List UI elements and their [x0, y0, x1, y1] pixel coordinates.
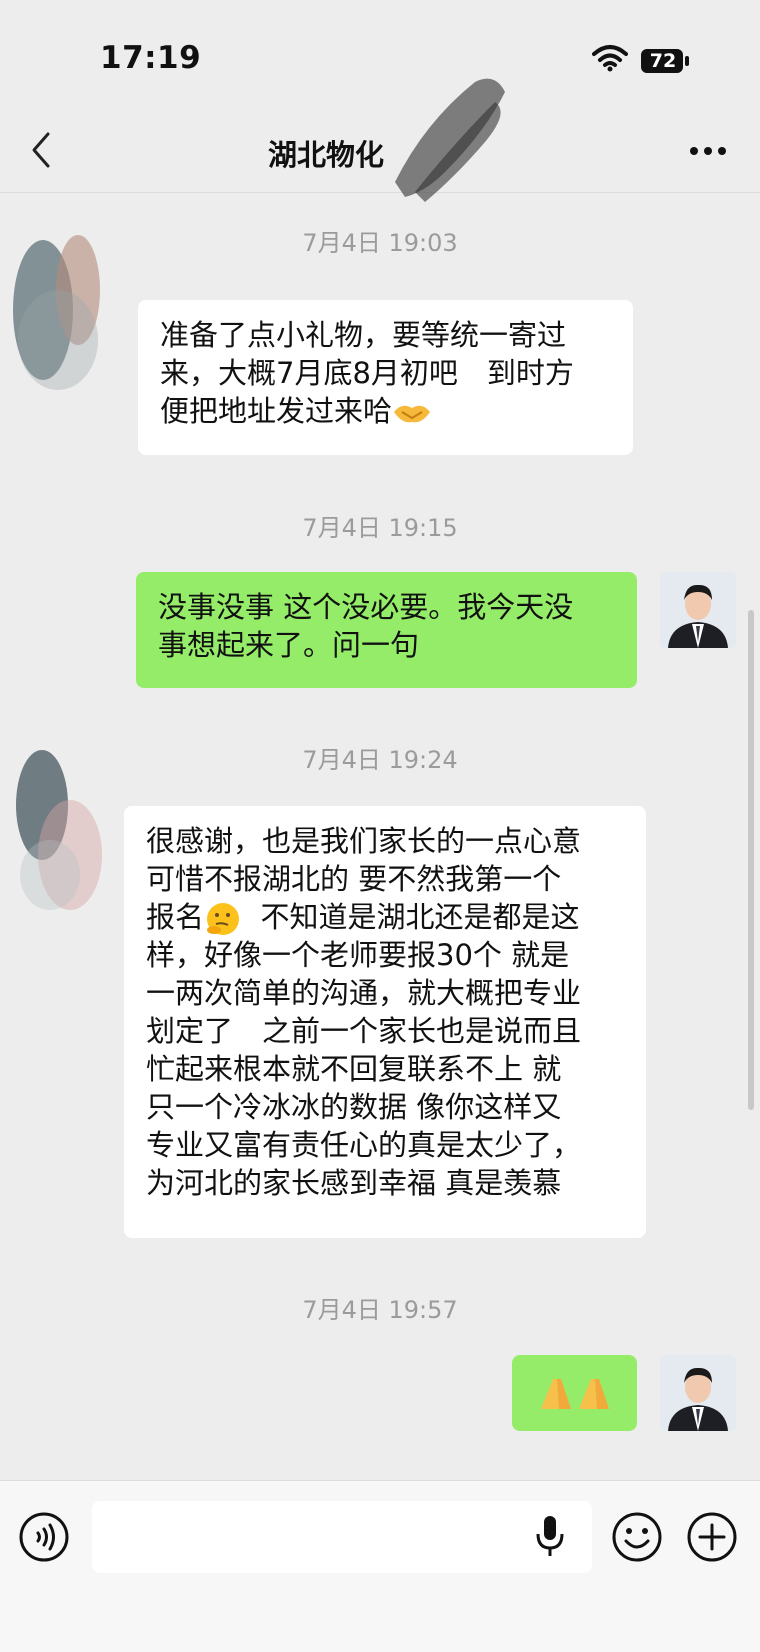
message-input[interactable] — [92, 1501, 592, 1573]
message-line: 不知道是湖北还是都是这 — [260, 900, 580, 934]
chat-input-bar — [0, 1480, 760, 1652]
handshake-emoji-icon — [394, 405, 431, 423]
message-line: 专业又富有责任心的真是太少了， — [146, 1128, 582, 1162]
back-chevron-icon[interactable] — [28, 130, 58, 170]
message-line: 便把地址发过来哈 — [160, 394, 393, 428]
thinking-face-emoji-icon — [207, 903, 240, 935]
chat-title: 湖北物化 — [268, 138, 385, 172]
my-avatar[interactable] — [660, 1355, 736, 1431]
wifi-icon — [592, 45, 628, 72]
message-line: 准备了点小礼物，要等统一寄过 — [160, 318, 567, 352]
timestamp: 7月4日 19:03 — [302, 229, 458, 257]
timestamp: 7月4日 19:57 — [302, 1296, 458, 1324]
emoji-picker-icon[interactable] — [611, 1511, 663, 1563]
more-options-icon[interactable] — [688, 136, 728, 166]
message-line: 很感谢，也是我们家长的一点心意 — [146, 824, 582, 858]
message-bubble[interactable]: 没事没事 这个没必要。我今天没 事想起来了。问一句 — [136, 572, 637, 688]
status-time: 17:19 — [100, 40, 202, 76]
message-line: 没事没事 这个没必要。我今天没 — [158, 590, 574, 624]
message-line: 一两次简单的沟通，就大概把专业 — [146, 976, 582, 1010]
message-line: 事想起来了。问一句 — [158, 628, 420, 662]
blurred-avatar[interactable] — [8, 230, 108, 410]
timestamp: 7月4日 19:15 — [302, 514, 458, 542]
message-line: 为河北的家长感到幸福 真是羡慕 — [146, 1166, 562, 1200]
blurred-avatar[interactable] — [10, 745, 110, 925]
microphone-icon[interactable] — [535, 1514, 565, 1558]
message-line: 只一个冷冰冰的数据 像你这样又 — [146, 1090, 562, 1124]
my-avatar[interactable] — [660, 572, 736, 648]
plus-more-icon[interactable] — [686, 1511, 738, 1563]
timestamp: 7月4日 19:24 — [302, 746, 458, 774]
message-line: 来，大概7月底8月初吧 到时方 — [160, 356, 574, 390]
message-bubble[interactable] — [512, 1355, 637, 1431]
battery-level: 72 — [649, 50, 677, 72]
message-bubble[interactable]: 准备了点小礼物，要等统一寄过 来，大概7月底8月初吧 到时方 便把地址发过来哈 — [138, 300, 633, 455]
status-bar: 17:19 72 — [0, 0, 760, 110]
chat-header: 湖北物化 — [0, 110, 760, 193]
message-line: 报名 — [146, 900, 205, 934]
redaction-scribble — [395, 78, 505, 202]
message-line: 忙起来根本就不回复联系不上 就 — [146, 1052, 562, 1086]
message-line: 划定了 之前一个家长也是说而且 — [146, 1014, 582, 1048]
voice-input-icon[interactable] — [18, 1511, 70, 1563]
message-line: 样，好像一个老师要报30个 就是 — [146, 938, 570, 972]
message-bubble[interactable]: 很感谢，也是我们家长的一点心意 可惜不报湖北的 要不然我第一个 报名 不知道是湖… — [124, 806, 646, 1238]
message-line: 可惜不报湖北的 要不然我第一个 — [146, 862, 562, 896]
scrollbar[interactable] — [748, 610, 754, 1110]
folded-hands-emoji-icon — [540, 1379, 609, 1409]
